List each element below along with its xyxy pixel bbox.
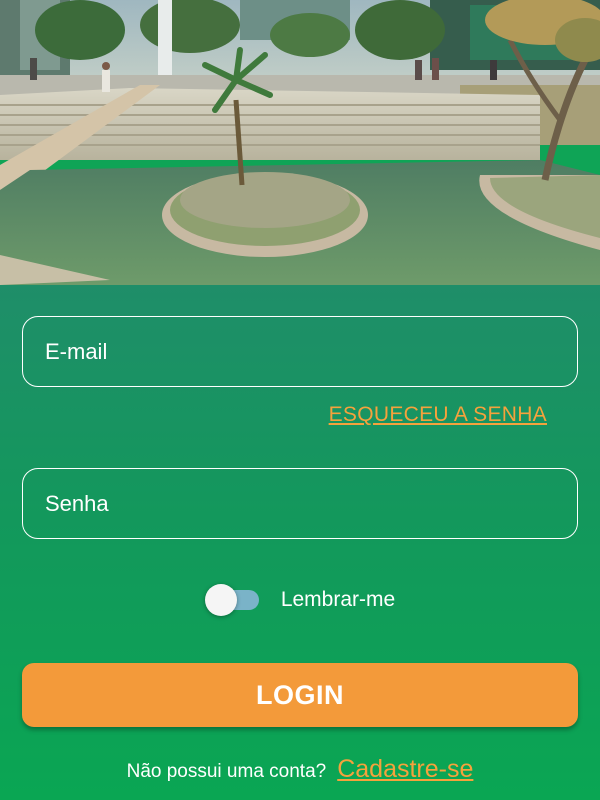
signup-row: Não possui uma conta? Cadastre-se (0, 755, 600, 784)
no-account-text: Não possui uma conta? (126, 761, 327, 782)
remember-me-toggle[interactable] (204, 584, 261, 616)
hero-image (0, 0, 600, 285)
signup-link[interactable]: Cadastre-se (337, 755, 473, 784)
toggle-knob (204, 584, 237, 616)
email-input[interactable] (45, 317, 577, 386)
password-input[interactable] (45, 469, 577, 538)
login-button[interactable]: LOGIN (22, 663, 578, 727)
password-field[interactable] (22, 468, 578, 539)
login-panel: ESQUECEU A SENHA Lembrar-me LOGIN Não po… (0, 285, 600, 800)
email-field[interactable] (22, 316, 578, 387)
remember-me-row: Lembrar-me (0, 584, 600, 616)
forgot-password-link[interactable]: ESQUECEU A SENHA (329, 403, 547, 427)
remember-me-label: Lembrar-me (280, 588, 396, 611)
